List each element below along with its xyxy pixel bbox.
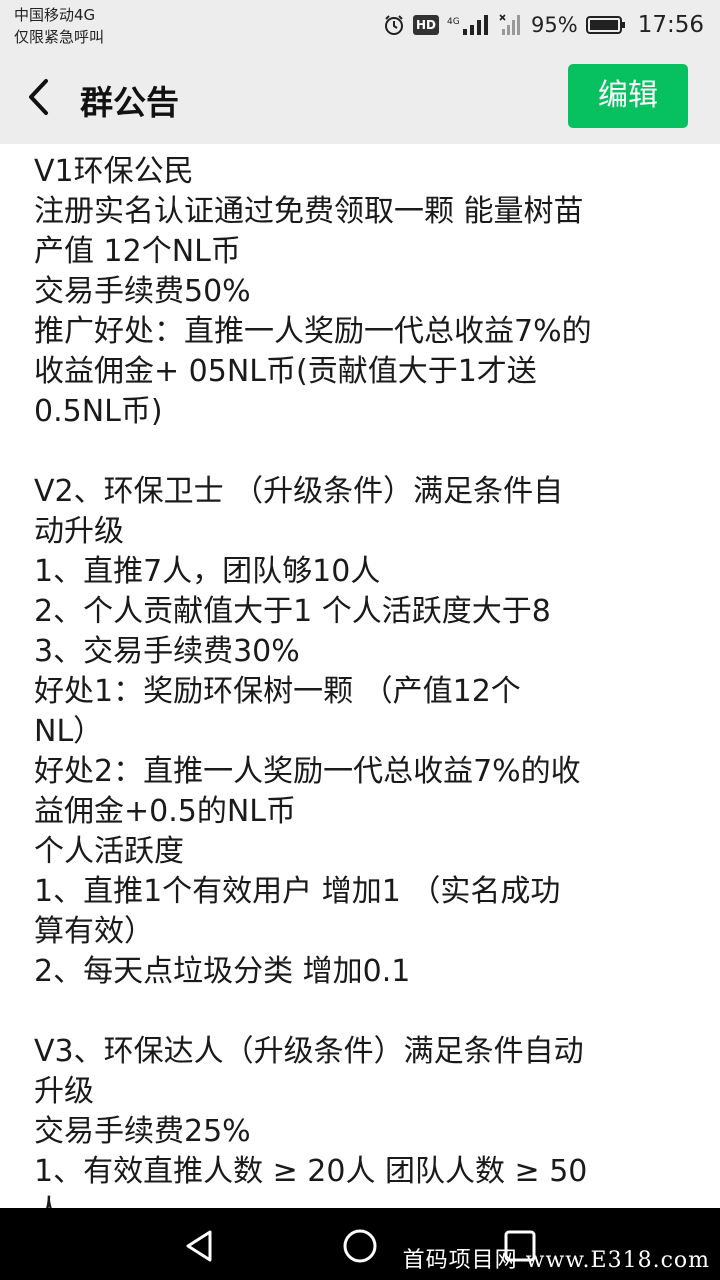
system-nav-bar: 首码项目网 www.E318.com (0, 1208, 720, 1280)
signal-nosim-icon (499, 14, 521, 35)
carrier-label: 中国移动4G (14, 6, 96, 24)
edit-button[interactable]: 编辑 (568, 64, 688, 128)
signal-4g-icon: 4G (447, 15, 489, 35)
announcement-line (34, 432, 694, 472)
carrier-status: 仅限紧急呼叫 (14, 28, 105, 46)
watermark: 首码项目网 www.E318.com (402, 1248, 710, 1273)
announcement-line: 产值 12个NL币 (34, 234, 241, 269)
announcement-line: 等级制度 (34, 144, 694, 152)
chevron-left-icon (29, 79, 48, 115)
announcement-line: NL） (34, 714, 104, 749)
title-bar: 群公告 编辑 (0, 50, 720, 144)
announcement-line (34, 992, 694, 1032)
announcement-line: 0.5NL币) (34, 394, 163, 429)
announcement-line: 2、个人贡献值大于1 个人活跃度大于8 (34, 594, 551, 629)
alarm-icon (385, 15, 403, 35)
svg-text:4G: 4G (447, 17, 460, 27)
announcement-line: V1环保公民 (34, 154, 194, 189)
announcement-line: 2、每天点垃圾分类 增加0.1 (34, 954, 411, 989)
battery-icon (585, 16, 625, 34)
announcement-line: 1、直推7人，团队够10人 (34, 554, 381, 589)
announcement-line: 益佣金+0.5的NL币 (34, 794, 297, 829)
announcement-line: 人 (34, 1192, 694, 1208)
page-title: 群公告 (80, 83, 179, 122)
announcement-line: V2、环保卫士 （升级条件）满足条件自 (34, 474, 564, 509)
announcement-line: 升级 (34, 1074, 94, 1109)
announcement-line: 动升级 (34, 514, 124, 549)
announcement-line: 个人活跃度 (34, 834, 184, 869)
nav-back-icon[interactable] (180, 1226, 220, 1266)
announcement-line: 交易手续费50% (34, 274, 251, 309)
announcement-line: 交易手续费25% (34, 1114, 251, 1149)
announcement-line: 推广好处：直推一人奖励一代总收益7%的 (34, 314, 592, 349)
hd-icon: HD (413, 15, 440, 35)
clock: 17:56 (637, 12, 704, 38)
announcement-text: 等级制度 V1环保公民注册实名认证通过免费领取一颗 能量树苗产值 12个NL币交易… (34, 144, 694, 1208)
announcement-line: 1、有效直推人数 ≥ 20人 团队人数 ≥ 50 (34, 1154, 588, 1189)
nav-home-icon[interactable] (340, 1226, 380, 1266)
back-button[interactable] (16, 74, 62, 120)
announcement-content[interactable]: 等级制度 V1环保公民注册实名认证通过免费领取一颗 能量树苗产值 12个NL币交易… (0, 144, 720, 1208)
announcement-line: 1、直推1个有效用户 增加1 （实名成功 (34, 874, 561, 909)
battery-percent: 95% (531, 13, 578, 37)
announcement-line: V3、环保达人（升级条件）满足条件自动 (34, 1034, 584, 1069)
status-icons: HD 4G 95% 17:56 (383, 9, 704, 41)
announcement-line: 注册实名认证通过免费领取一颗 能量树苗 (34, 194, 584, 229)
announcement-line: 收益佣金+ 05NL币(贡献值大于1才送 (34, 354, 537, 389)
announcement-line: 算有效） (34, 914, 154, 949)
announcement-line: 好处2：直推一人奖励一代总收益7%的收 (34, 754, 581, 789)
status-bar: 中国移动4G 仅限紧急呼叫 HD 4G 95% 17:56 (0, 0, 720, 50)
announcement-line: 3、交易手续费30% (34, 634, 300, 669)
announcement-line: 好处1：奖励环保树一颗 （产值12个 (34, 674, 521, 709)
